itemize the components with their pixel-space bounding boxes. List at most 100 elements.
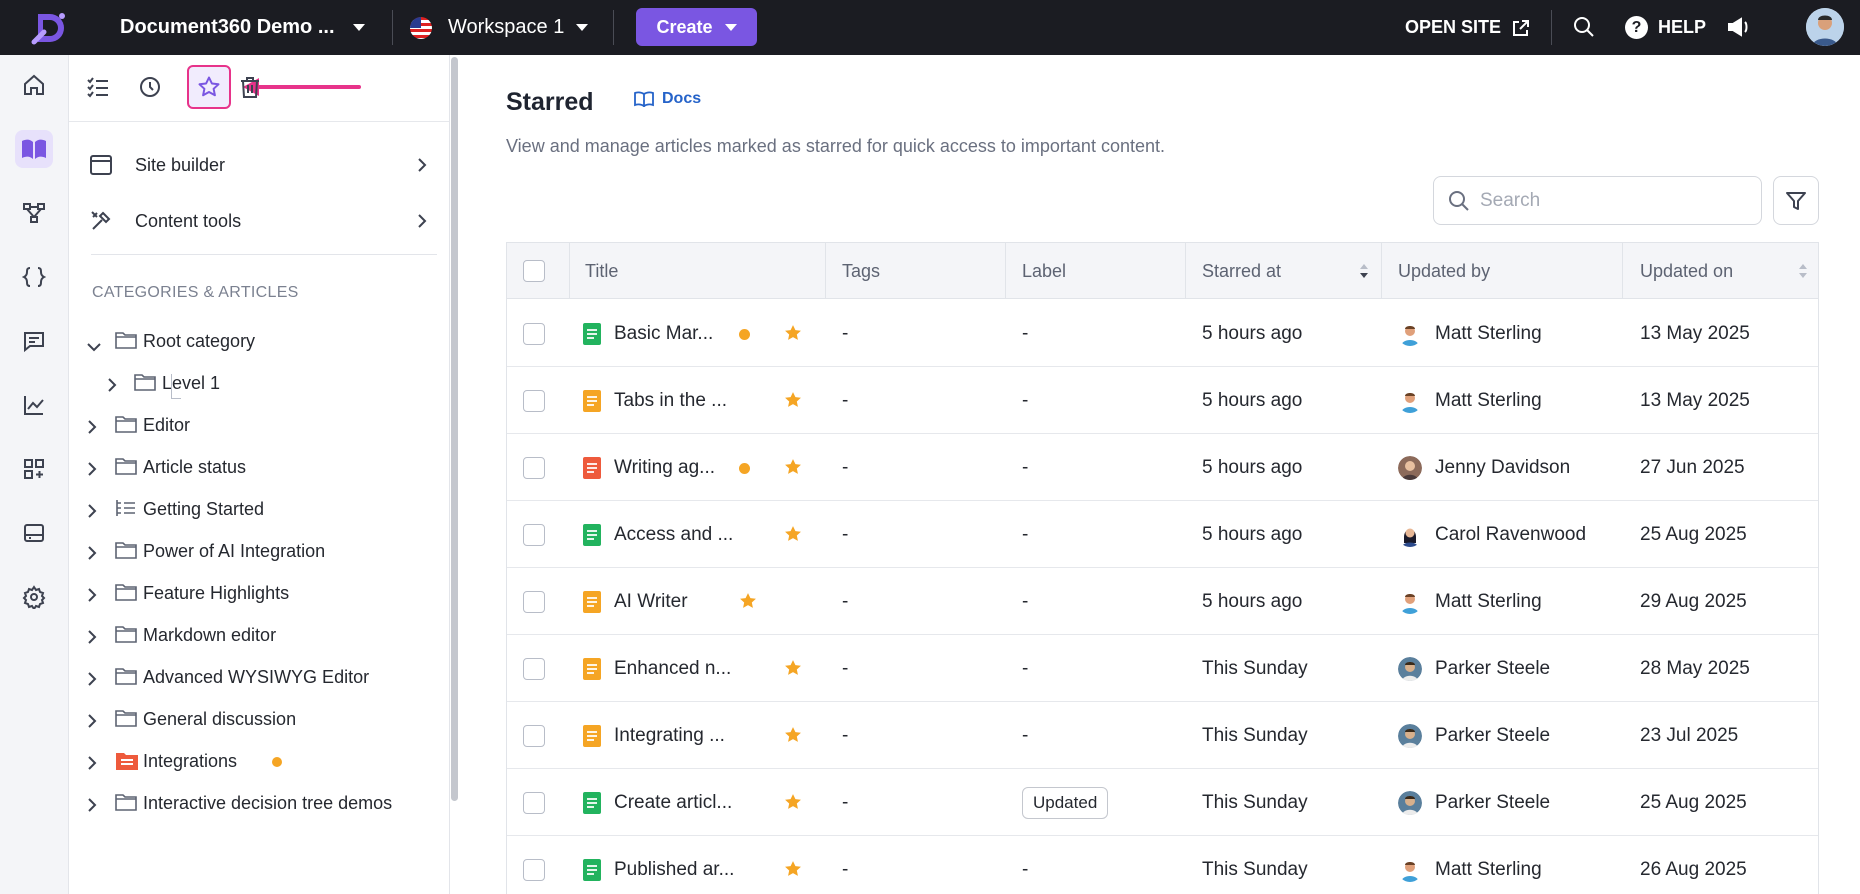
checkbox[interactable] — [523, 858, 545, 881]
tree-item[interactable]: Editor — [69, 404, 449, 446]
table-row[interactable]: Enhanced n... - - This Sunday Parker Steele 2… — [507, 635, 1818, 702]
checkbox[interactable] — [523, 260, 545, 282]
checkbox[interactable] — [523, 322, 545, 345]
article-title[interactable]: Tabs in the ... — [614, 367, 727, 434]
label-chip[interactable]: Updated — [1022, 786, 1109, 819]
tree-item[interactable]: General discussion — [69, 698, 449, 740]
search-input[interactable] — [1480, 187, 1750, 215]
api-hub-icon[interactable] — [15, 194, 53, 232]
checkbox[interactable] — [523, 791, 545, 814]
tree-item[interactable]: Article status — [69, 446, 449, 488]
star-icon[interactable] — [783, 658, 803, 683]
workspace-switcher[interactable]: Workspace 1 — [410, 0, 589, 55]
chevron-down-icon[interactable] — [87, 336, 101, 357]
column-label[interactable]: Label — [1022, 243, 1066, 299]
announcement-icon[interactable] — [1724, 13, 1752, 41]
tree-item[interactable]: Integrations — [69, 740, 449, 782]
analytics-icon[interactable] — [15, 386, 53, 424]
checkbox[interactable] — [523, 523, 545, 546]
table-row[interactable]: AI Writer - - 5 hours ago Matt Sterling 29 Au… — [507, 568, 1818, 635]
checkbox[interactable] — [523, 590, 545, 613]
sort-desc-icon[interactable] — [1359, 263, 1369, 279]
row-checkbox[interactable] — [523, 635, 545, 702]
row-checkbox[interactable] — [523, 836, 545, 894]
article-title[interactable]: Access and ... — [614, 501, 733, 568]
row-checkbox[interactable] — [523, 501, 545, 568]
tree-item[interactable]: Feature Highlights — [69, 572, 449, 614]
table-row[interactable]: Create articl... - Updated This Sunday Parke… — [507, 769, 1818, 836]
create-button[interactable]: Create — [636, 8, 757, 46]
tree-item[interactable]: Interactive decision tree demos — [69, 782, 449, 824]
docs-link[interactable]: Docs — [634, 90, 701, 108]
checkbox[interactable] — [523, 389, 545, 412]
article-title[interactable]: Writing ag... — [614, 434, 715, 501]
tree-item[interactable]: Markdown editor — [69, 614, 449, 656]
document360-logo[interactable] — [30, 8, 70, 48]
column-updated-by[interactable]: Updated by — [1398, 243, 1490, 299]
chevron-right-icon[interactable] — [87, 670, 97, 691]
filter-button[interactable] — [1773, 176, 1819, 225]
column-title[interactable]: Title — [585, 243, 618, 299]
column-updated-on[interactable]: Updated on — [1640, 243, 1733, 299]
open-site-link[interactable]: OPEN SITE — [1405, 0, 1531, 55]
site-builder-menu[interactable]: Site builder — [89, 141, 439, 189]
sidebar-scrollbar[interactable] — [451, 57, 458, 801]
home-icon[interactable] — [15, 66, 53, 104]
apps-icon[interactable] — [15, 450, 53, 488]
row-checkbox[interactable] — [523, 367, 545, 434]
settings-icon[interactable] — [15, 578, 53, 616]
chevron-right-icon[interactable] — [87, 754, 97, 775]
checkbox[interactable] — [523, 657, 545, 680]
table-row[interactable]: Integrating ... - - This Sunday Parker Steel… — [507, 702, 1818, 769]
api-docs-icon[interactable] — [15, 258, 53, 296]
user-avatar[interactable] — [1806, 8, 1844, 46]
chevron-right-icon[interactable] — [87, 544, 97, 565]
chevron-right-icon[interactable] — [87, 502, 97, 523]
star-icon[interactable] — [783, 859, 803, 884]
star-icon[interactable] — [783, 323, 803, 348]
tree-item[interactable]: Advanced WYSIWYG Editor — [69, 656, 449, 698]
help-button[interactable]: ? HELP — [1625, 0, 1706, 55]
row-checkbox[interactable] — [523, 568, 545, 635]
star-icon[interactable] — [783, 524, 803, 549]
table-row[interactable]: Writing ag... - - 5 hours ago Jenny Davidson… — [507, 434, 1818, 501]
recent-icon[interactable] — [128, 65, 172, 109]
row-checkbox[interactable] — [523, 300, 545, 367]
star-icon[interactable] — [783, 457, 803, 482]
feedback-icon[interactable] — [15, 322, 53, 360]
tree-item[interactable]: Level 1 — [69, 362, 449, 404]
chevron-right-icon[interactable] — [107, 376, 117, 397]
content-tools-menu[interactable]: Content tools — [89, 197, 439, 245]
drive-icon[interactable] — [15, 514, 53, 552]
star-icon[interactable] — [783, 725, 803, 750]
article-title[interactable]: Integrating ... — [614, 702, 725, 769]
chevron-right-icon[interactable] — [87, 796, 97, 817]
select-all-checkbox[interactable] — [523, 243, 545, 299]
star-icon[interactable] — [187, 65, 231, 109]
row-checkbox[interactable] — [523, 769, 545, 836]
table-row[interactable]: Tabs in the ... - - 5 hours ago Matt Sterlin… — [507, 367, 1818, 434]
article-title[interactable]: Enhanced n... — [614, 635, 731, 702]
chevron-right-icon[interactable] — [87, 418, 97, 439]
tree-item[interactable]: Power of AI Integration — [69, 530, 449, 572]
star-icon[interactable] — [738, 591, 758, 616]
checkbox[interactable] — [523, 456, 545, 479]
star-icon[interactable] — [783, 792, 803, 817]
tree-item[interactable]: Root category — [69, 320, 449, 362]
docs-icon[interactable] — [15, 130, 53, 168]
article-title[interactable]: Basic Mar... — [614, 300, 713, 367]
table-row[interactable]: Access and ... - - 5 hours ago Carol Ravenwo… — [507, 501, 1818, 568]
row-checkbox[interactable] — [523, 702, 545, 769]
search-icon[interactable] — [1570, 13, 1598, 41]
recycle-bin-icon[interactable] — [228, 65, 272, 109]
project-switcher[interactable]: Document360 Demo ... — [120, 0, 365, 55]
table-row[interactable]: Published ar... - - This Sunday Matt Sterlin… — [507, 836, 1818, 894]
column-starred-at[interactable]: Starred at — [1202, 243, 1281, 299]
article-title[interactable]: Create articl... — [614, 769, 732, 836]
checkbox[interactable] — [523, 724, 545, 747]
star-icon[interactable] — [783, 390, 803, 415]
chevron-right-icon[interactable] — [87, 628, 97, 649]
row-checkbox[interactable] — [523, 434, 545, 501]
all-articles-icon[interactable] — [76, 65, 120, 109]
article-title[interactable]: AI Writer — [614, 568, 688, 635]
